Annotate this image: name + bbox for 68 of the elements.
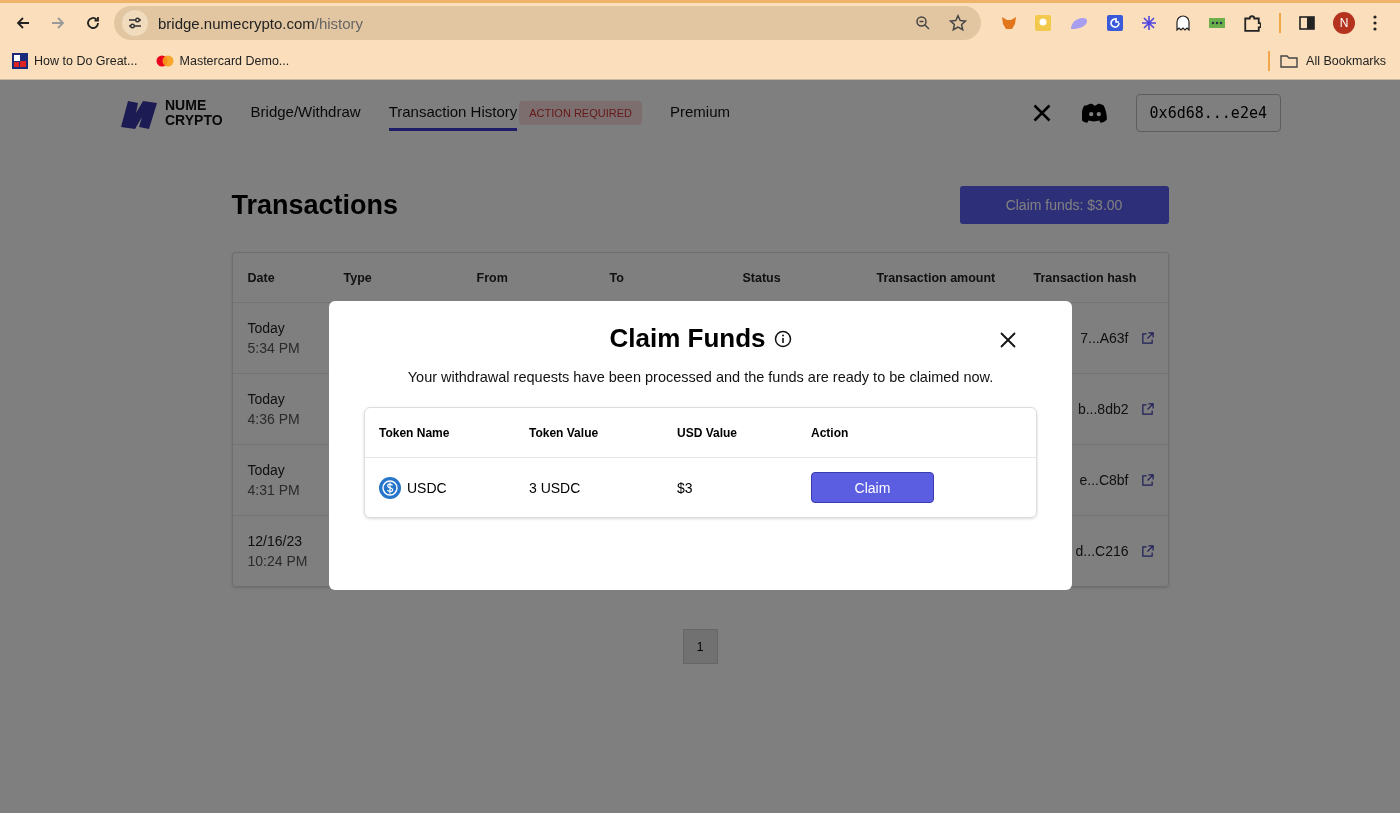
circles-icon (155, 55, 174, 67)
date-text: Today (247, 391, 286, 407)
page-title: Transactions (231, 189, 399, 221)
token-value: 3 USDC (529, 479, 582, 496)
external-link-icon[interactable] (1140, 544, 1154, 558)
nav-tab[interactable]: Transaction History (388, 95, 518, 131)
zoom-out-icon[interactable] (915, 15, 931, 31)
bookmark-link[interactable]: Mastercard Demo... (179, 54, 290, 68)
site-settings-icon[interactable] (122, 10, 148, 36)
column-header: Token Name (379, 425, 451, 440)
reload-icon[interactable] (85, 15, 101, 31)
column-header: Date (246, 270, 276, 285)
column-header: Transaction hash (1032, 270, 1138, 285)
ghost-icon[interactable] (1175, 15, 1191, 31)
usd-value: $3 (677, 479, 694, 496)
url-host: bridge.numecrypto.com (158, 14, 315, 32)
dots-icon[interactable] (1209, 18, 1225, 28)
token-name: USDC (407, 479, 447, 496)
column-header: Transaction amount (875, 270, 997, 285)
back-icon[interactable] (15, 15, 31, 31)
transaction-hash: 7...A63f (1080, 330, 1129, 346)
wallet-button[interactable]: 0x6d68...e2e4 (1135, 94, 1281, 132)
column-header: Type (342, 270, 373, 285)
coin-icon (379, 476, 401, 499)
profile-avatar[interactable]: N (1333, 12, 1355, 34)
external-link-icon[interactable] (1140, 402, 1154, 416)
external-link-icon[interactable] (1140, 331, 1154, 345)
transaction-hash: b...8db2 (1077, 401, 1129, 417)
logo-text: NUME CRYPTO (165, 98, 223, 128)
column-header: To (608, 270, 625, 285)
column-header: USD Value (677, 425, 739, 440)
bookmark-link[interactable]: How to Do Great... (34, 54, 138, 68)
time-text: 4:31 PM (247, 482, 301, 498)
claim-button[interactable]: Claim (811, 472, 934, 503)
discord-icon[interactable] (1081, 103, 1108, 123)
column-header: From (475, 270, 509, 285)
asterisk-icon[interactable] (1141, 15, 1157, 31)
dialog-title: Claim Funds (609, 323, 766, 354)
folder-icon (1280, 54, 1299, 68)
x-icon[interactable] (1031, 103, 1052, 123)
claim-funds-button[interactable]: Claim funds: $3.00 (959, 186, 1169, 224)
bookmarks-folder[interactable]: All Bookmarks (1306, 54, 1386, 68)
time-text: 10:24 PM (247, 553, 309, 569)
column-header: Status (741, 270, 782, 285)
nav-tab[interactable]: Bridge/Withdraw (250, 95, 361, 131)
close-icon[interactable] (1000, 332, 1016, 348)
star-icon[interactable] (949, 14, 967, 32)
column-header: Token Value (529, 425, 600, 440)
date-text: Today (247, 320, 286, 336)
transaction-hash: e...C8bf (1079, 472, 1129, 488)
time-text: 5:34 PM (247, 340, 301, 356)
extensions-icon[interactable] (1243, 14, 1261, 32)
dialog-message: Your withdrawal requests have been processed and the funds are ready to be claimed now. (406, 369, 995, 385)
external-link-icon[interactable] (1140, 473, 1154, 487)
status-badge: ACTION REQUIRED (519, 101, 642, 125)
time-text: 4:36 PM (247, 411, 301, 427)
date-text: Today (247, 462, 286, 478)
menu-icon[interactable] (1373, 15, 1377, 31)
column-header: Action (811, 425, 850, 440)
nav-tab[interactable]: Premium (669, 95, 730, 131)
address-bar[interactable]: bridge.numecrypto.com/history (114, 6, 981, 40)
page-button[interactable]: 1 (682, 629, 718, 664)
date-text: 12/16/23 (247, 533, 303, 549)
side-panel-icon[interactable] (1299, 15, 1315, 31)
url-path: /history (314, 14, 364, 32)
info-icon[interactable] (773, 329, 792, 348)
transaction-hash: d...C216 (1075, 543, 1129, 559)
grid-icon (12, 53, 28, 69)
